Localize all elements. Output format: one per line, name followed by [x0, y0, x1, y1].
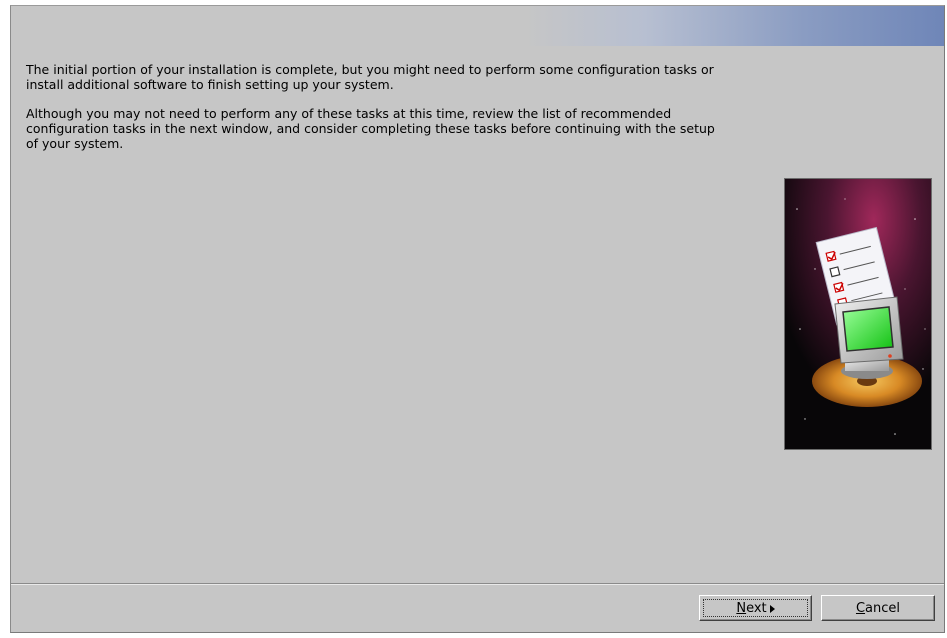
cancel-label: ancel [865, 600, 901, 616]
button-bar: Next Cancel [11, 583, 944, 632]
next-label: ext [746, 600, 767, 616]
message-paragraph-2: Although you may not need to perform any… [26, 106, 715, 151]
cancel-button[interactable]: Cancel [821, 595, 935, 621]
wizard-message: The initial portion of your installation… [26, 62, 716, 165]
cancel-mnemonic: C [855, 600, 866, 616]
header-banner [11, 6, 944, 46]
arrow-right-icon [769, 605, 775, 613]
setup-wizard-window: The initial portion of your installation… [10, 5, 945, 633]
message-paragraph-1: The initial portion of your installation… [26, 62, 714, 92]
next-button[interactable]: Next [699, 595, 812, 621]
checklist-computer-illustration [784, 178, 932, 450]
next-mnemonic: N [736, 600, 747, 616]
